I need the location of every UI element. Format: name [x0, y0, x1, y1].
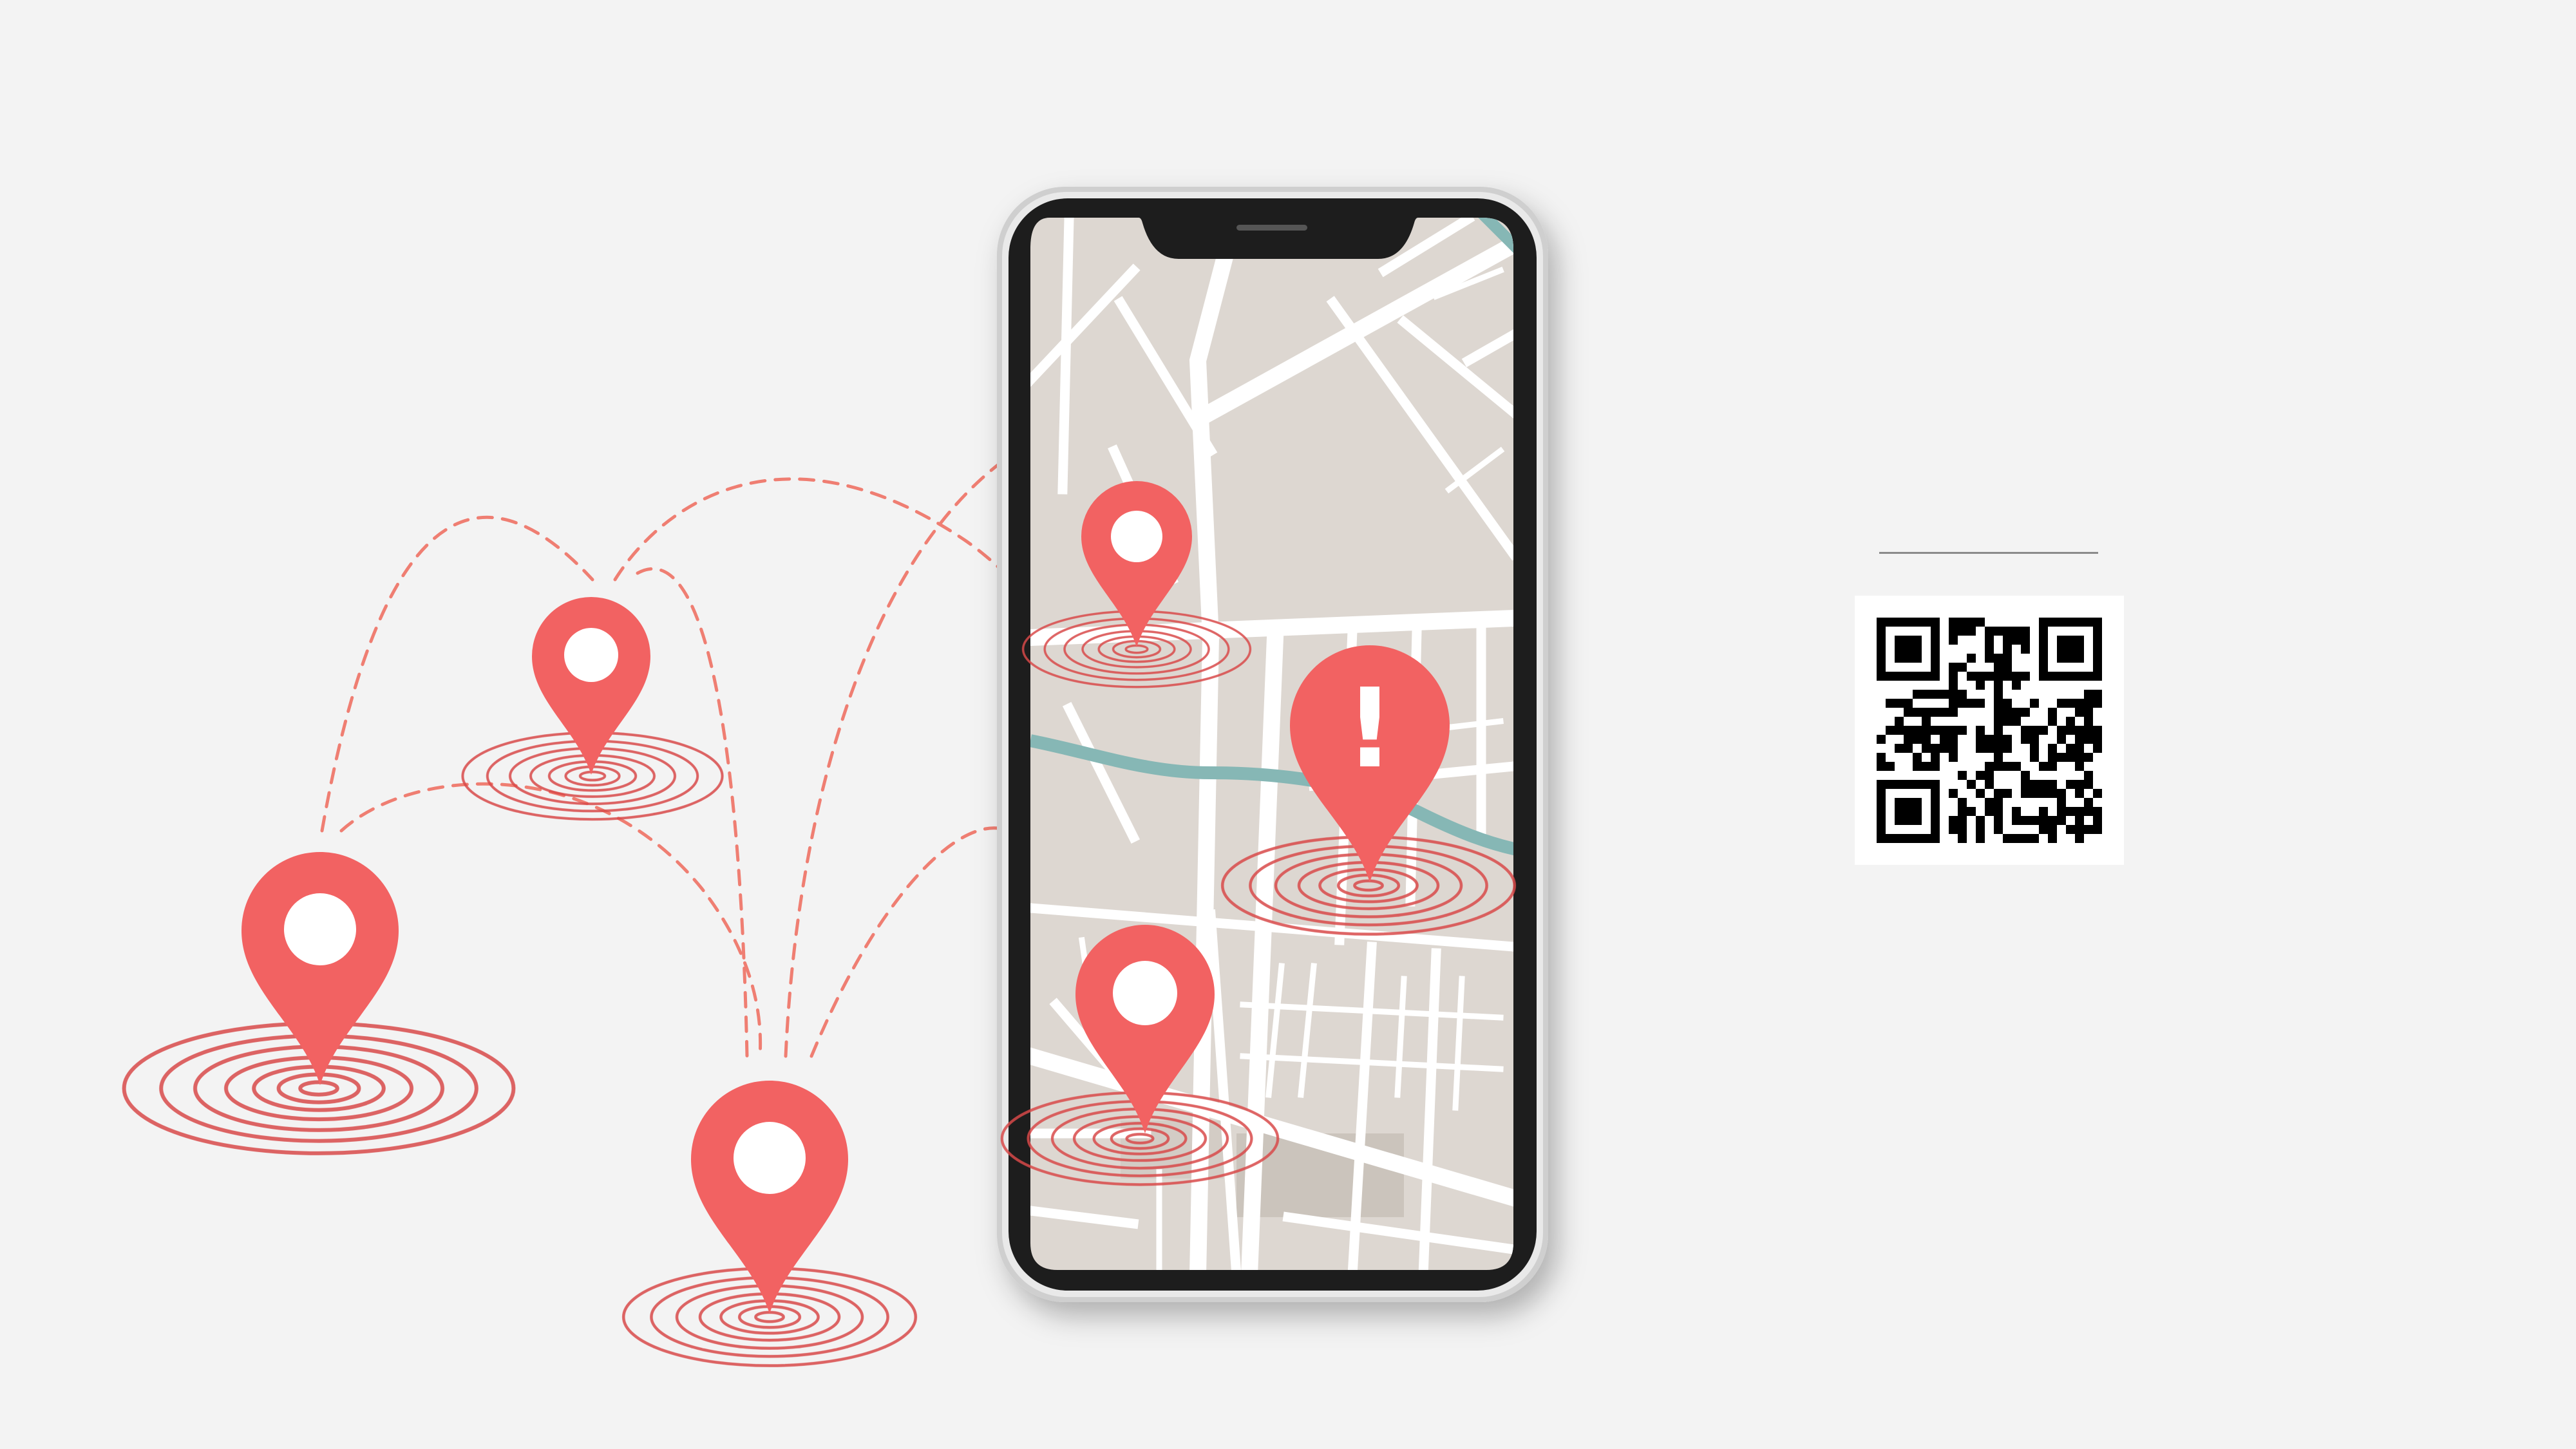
location-pin-icon[interactable]	[691, 1080, 848, 1314]
alert-symbol: !	[1345, 665, 1395, 793]
qr-code[interactable]	[1855, 596, 2124, 865]
qr-code-graphic	[1877, 618, 2102, 843]
phone-speaker	[1236, 225, 1307, 231]
location-pin-icon[interactable]	[532, 597, 650, 775]
smartphone	[997, 187, 1548, 1302]
illustration: !	[0, 187, 1548, 1449]
qr-divider	[1879, 552, 2098, 554]
